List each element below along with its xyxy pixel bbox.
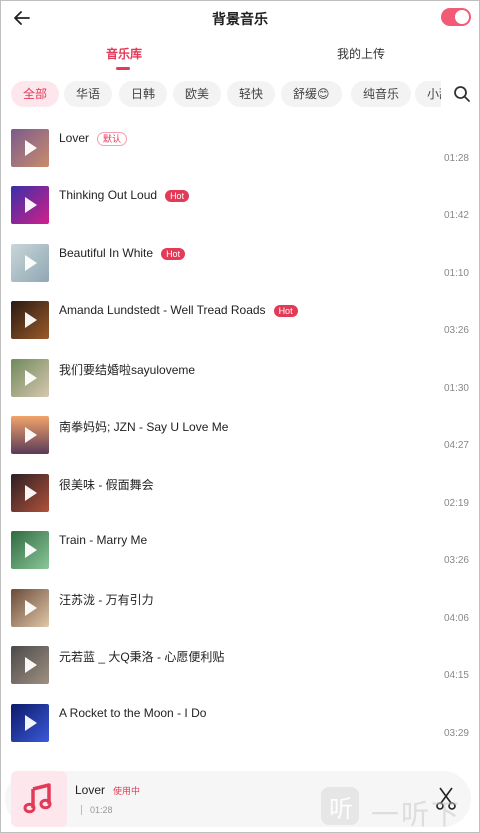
tab-music-library[interactable]: 音乐库 <box>106 45 142 62</box>
category-chip[interactable]: 轻快 <box>227 81 276 107</box>
song-duration: 01:28 <box>443 153 469 164</box>
song-row[interactable]: Train - Marry Me 03:26 <box>1 523 479 579</box>
hot-badge: Hot <box>273 304 298 317</box>
hot-badge: Hot <box>161 247 186 260</box>
category-chip[interactable]: 纯音乐 <box>351 81 412 107</box>
category-chip[interactable]: 日韩 <box>119 81 168 107</box>
song-title: 元若蓝 _ 大Q秉洛 - 心愿便利贴 <box>59 650 225 664</box>
category-chip[interactable]: 小甜 <box>415 81 441 107</box>
song-duration: 01:10 <box>443 268 469 279</box>
song-duration: 03:26 <box>443 325 469 336</box>
song-duration: 02:19 <box>443 498 469 509</box>
search-icon[interactable] <box>453 85 471 103</box>
song-info: 元若蓝 _ 大Q秉洛 - 心愿便利贴 <box>59 648 224 665</box>
tab-bar: 音乐库 我的上传 <box>1 41 479 71</box>
song-row[interactable]: 很美味 - 假面舞会 02:19 <box>1 466 479 522</box>
song-row[interactable]: Thinking Out Loud Hot 01:42 <box>1 178 479 234</box>
category-chip[interactable]: 舒缓😊 <box>281 81 342 107</box>
header: 背景音乐 <box>1 1 479 35</box>
player-duration: 01:28 <box>81 805 113 815</box>
page-title: 背景音乐 <box>212 11 268 27</box>
album-cover <box>11 244 49 282</box>
album-cover <box>11 531 49 569</box>
song-title: A Rocket to the Moon - I Do <box>59 706 207 720</box>
song-info: Beautiful In White Hot <box>59 246 186 260</box>
category-chips: 全部 华语 日韩 欧美 轻快 舒缓😊 纯音乐 小甜 <box>1 81 441 109</box>
player-song-title: Lover <box>75 783 106 797</box>
tab-indicator <box>116 67 130 70</box>
svg-text:听: 听 <box>329 795 353 823</box>
song-info: Amanda Lundstedt - Well Tread Roads Hot <box>59 303 298 317</box>
song-title: 很美味 - 假面舞会 <box>59 478 154 492</box>
song-title: Beautiful In White <box>59 246 154 260</box>
tab-my-uploads[interactable]: 我的上传 <box>337 45 385 62</box>
app-frame: 背景音乐 音乐库 我的上传 全部 华语 日韩 欧美 轻快 舒缓😊 纯音乐 小甜 … <box>0 0 480 833</box>
song-title: 汪苏泷 - 万有引力 <box>59 593 154 607</box>
play-icon[interactable] <box>25 370 37 386</box>
play-icon[interactable] <box>25 542 37 558</box>
song-row[interactable]: Amanda Lundstedt - Well Tread Roads Hot 0… <box>1 293 479 349</box>
player-status: 使用中 <box>113 786 141 796</box>
category-chip[interactable]: 华语 <box>64 81 113 107</box>
category-chip[interactable]: 欧美 <box>173 81 222 107</box>
default-badge: 默认 <box>97 131 128 146</box>
song-title: 南拳妈妈; JZN - Say U Love Me <box>59 420 229 434</box>
song-info: Train - Marry Me <box>59 533 147 547</box>
song-row[interactable]: 汪苏泷 - 万有引力 04:06 <box>1 581 479 637</box>
album-cover <box>11 589 49 627</box>
album-cover <box>11 474 49 512</box>
song-title: 我们要结婚啦sayuloveme <box>59 363 196 377</box>
song-info: 汪苏泷 - 万有引力 <box>59 591 154 608</box>
song-duration: 04:27 <box>443 440 469 451</box>
hot-badge: Hot <box>165 189 190 202</box>
song-info: 南拳妈妈; JZN - Say U Love Me <box>59 418 228 435</box>
song-title: Train - Marry Me <box>59 533 148 547</box>
song-row[interactable]: Lover 默认 01:28 <box>1 121 479 177</box>
song-duration: 01:30 <box>443 383 469 394</box>
play-icon[interactable] <box>25 255 37 271</box>
song-title: Amanda Lundstedt - Well Tread Roads <box>59 303 266 317</box>
song-title: Lover <box>59 131 90 145</box>
play-icon[interactable] <box>25 427 37 443</box>
song-row[interactable]: 元若蓝 _ 大Q秉洛 - 心愿便利贴 04:15 <box>1 638 479 694</box>
watermark-text: 一听下载 <box>371 799 462 830</box>
song-info: Lover 默认 <box>59 131 128 146</box>
music-note-icon <box>23 783 52 814</box>
album-cover <box>11 301 49 339</box>
background-music-toggle[interactable] <box>441 8 471 26</box>
play-icon[interactable] <box>25 657 37 673</box>
song-duration: 01:42 <box>443 210 469 221</box>
song-info: Thinking Out Loud Hot <box>59 188 190 202</box>
album-cover <box>11 129 49 167</box>
play-icon[interactable] <box>25 312 37 328</box>
album-cover <box>11 186 49 224</box>
play-icon[interactable] <box>25 140 37 156</box>
song-duration: 03:29 <box>443 728 469 739</box>
song-row[interactable]: A Rocket to the Moon - I Do 03:29 <box>1 696 479 752</box>
category-chip-all[interactable]: 全部 <box>11 81 60 107</box>
album-cover <box>11 416 49 454</box>
song-title: Thinking Out Loud <box>59 188 158 202</box>
album-cover <box>11 646 49 684</box>
song-row[interactable]: Beautiful In White Hot 01:10 <box>1 236 479 292</box>
play-icon[interactable] <box>25 715 37 731</box>
play-icon[interactable] <box>25 197 37 213</box>
album-cover <box>11 359 49 397</box>
toggle-knob <box>455 10 469 24</box>
album-cover <box>11 704 49 742</box>
song-duration: 04:15 <box>443 670 469 681</box>
song-info: A Rocket to the Moon - I Do <box>59 706 206 720</box>
song-row[interactable]: 南拳妈妈; JZN - Say U Love Me 04:27 <box>1 408 479 464</box>
song-info: 我们要结婚啦sayuloveme <box>59 361 195 378</box>
song-row[interactable]: 我们要结婚啦sayuloveme 01:30 <box>1 351 479 407</box>
song-duration: 04:06 <box>443 613 469 624</box>
player-artwork <box>11 771 67 827</box>
play-icon[interactable] <box>25 600 37 616</box>
song-duration: 03:26 <box>443 555 469 566</box>
song-info: 很美味 - 假面舞会 <box>59 476 154 493</box>
play-icon[interactable] <box>25 485 37 501</box>
